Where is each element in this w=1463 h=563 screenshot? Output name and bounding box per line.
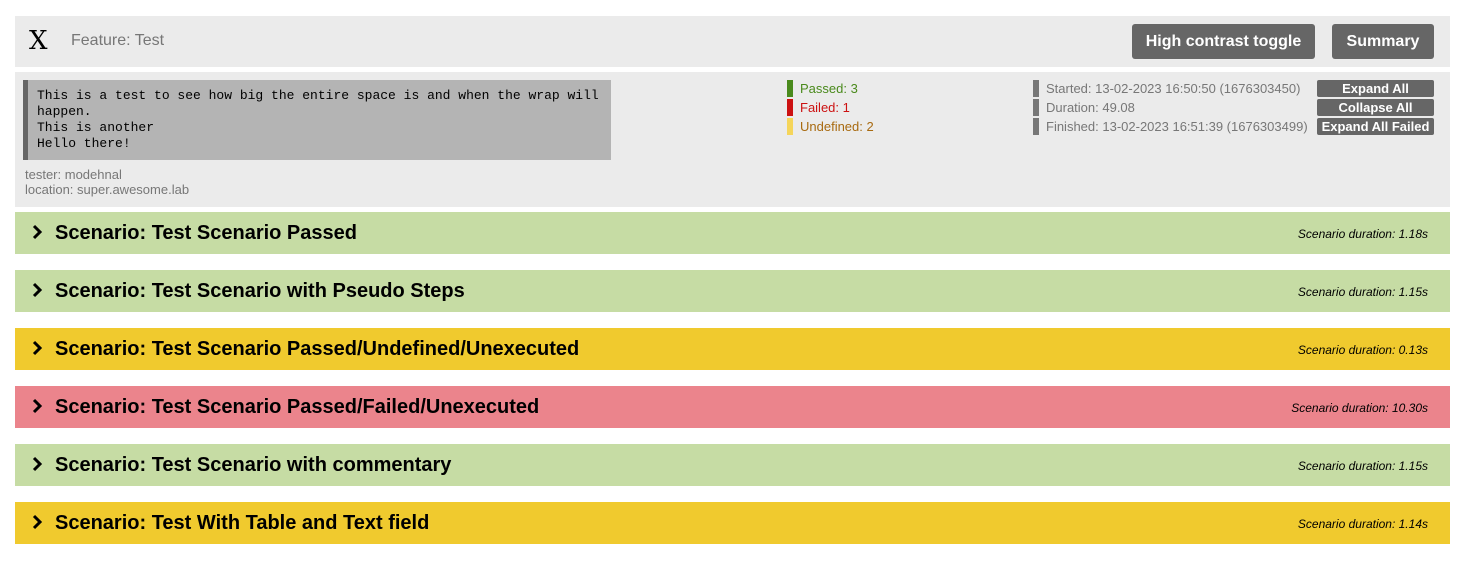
scenario-title: Scenario: Test Scenario Passed/Failed/Un… (55, 396, 540, 418)
scenario-title: Scenario: Test With Table and Text field (55, 512, 430, 534)
duration-marker (1033, 99, 1039, 116)
tag-location: location: super.awesome.lab (25, 182, 190, 197)
chevron-right-icon (32, 224, 43, 240)
scenario-duration: Scenario duration: 1.15s (1297, 285, 1428, 299)
undefined-count: Undefined: 2 (787, 118, 874, 137)
chevron-right-icon (32, 340, 43, 356)
collapse-all-button[interactable]: Collapse All (1317, 99, 1434, 116)
high-contrast-toggle-button[interactable]: High contrast toggle (1132, 24, 1315, 59)
finished-marker (1033, 118, 1039, 135)
expand-actions: Expand All Collapse All Expand All Faile… (1317, 80, 1434, 137)
passed-marker (787, 80, 793, 97)
scenario-title: Scenario: Test Scenario Passed (55, 222, 357, 244)
passed-count-label: Passed: 3 (800, 81, 858, 96)
started-label: Started: 13-02-2023 16:50:50 (1676303450… (1046, 81, 1301, 96)
step-counts: Passed: 3 Failed: 1 Undefined: 2 (787, 80, 874, 137)
finished-label: Finished: 13-02-2023 16:51:39 (167630349… (1046, 119, 1308, 134)
scenario-duration: Scenario duration: 1.18s (1297, 227, 1428, 241)
chevron-right-icon (32, 282, 43, 298)
scenario-duration: Scenario duration: 1.14s (1297, 517, 1428, 531)
scenario-row[interactable]: Scenario: Test Scenario Passed/Undefined… (15, 328, 1450, 370)
scenario-row[interactable]: Scenario: Test Scenario with commentary … (15, 444, 1450, 486)
failed-count-label: Failed: 1 (800, 100, 850, 115)
chevron-right-icon (32, 456, 43, 472)
feature-title: Feature: Test (71, 32, 165, 49)
scenario-title: Scenario: Test Scenario with Pseudo Step… (55, 280, 465, 302)
feature-info-panel: This is a test to see how big the entire… (15, 72, 1450, 207)
scenario-duration: Scenario duration: 1.15s (1297, 459, 1428, 473)
feature-tags: tester: modehnal location: super.awesome… (25, 167, 189, 197)
failed-marker (787, 99, 793, 116)
undefined-count-label: Undefined: 2 (800, 119, 874, 134)
duration-label: Duration: 49.08 (1046, 100, 1135, 115)
chevron-right-icon (32, 514, 43, 530)
expand-all-failed-button[interactable]: Expand All Failed (1317, 118, 1434, 135)
undefined-marker (787, 118, 793, 135)
scenario-duration: Scenario duration: 10.30s (1291, 401, 1428, 415)
passed-count: Passed: 3 (787, 80, 874, 99)
x-logo-icon: X (29, 26, 48, 56)
scenario-row[interactable]: Scenario: Test With Table and Text field… (15, 502, 1450, 544)
tag-tester: tester: modehnal (25, 167, 122, 182)
scenario-title: Scenario: Test Scenario Passed/Undefined… (55, 338, 580, 360)
scenario-row[interactable]: Scenario: Test Scenario Passed/Failed/Un… (15, 386, 1450, 428)
started-marker (1033, 80, 1039, 97)
scenario-row[interactable]: Scenario: Test Scenario with Pseudo Step… (15, 270, 1450, 312)
feature-header: X Feature: Test High contrast toggle Sum… (15, 16, 1450, 67)
timing-info: Started: 13-02-2023 16:50:50 (1676303450… (1033, 80, 1308, 137)
chevron-right-icon (32, 398, 43, 414)
feature-description: This is a test to see how big the entire… (23, 80, 611, 160)
scenario-title: Scenario: Test Scenario with commentary (55, 454, 452, 476)
summary-button[interactable]: Summary (1332, 24, 1434, 59)
finished-time: Finished: 13-02-2023 16:51:39 (167630349… (1033, 118, 1308, 137)
scenario-duration: Scenario duration: 0.13s (1297, 343, 1428, 357)
expand-all-button[interactable]: Expand All (1317, 80, 1434, 97)
started-time: Started: 13-02-2023 16:50:50 (1676303450… (1033, 80, 1308, 99)
duration-time: Duration: 49.08 (1033, 99, 1308, 118)
failed-count: Failed: 1 (787, 99, 874, 118)
scenario-row[interactable]: Scenario: Test Scenario Passed Scenario … (15, 212, 1450, 254)
